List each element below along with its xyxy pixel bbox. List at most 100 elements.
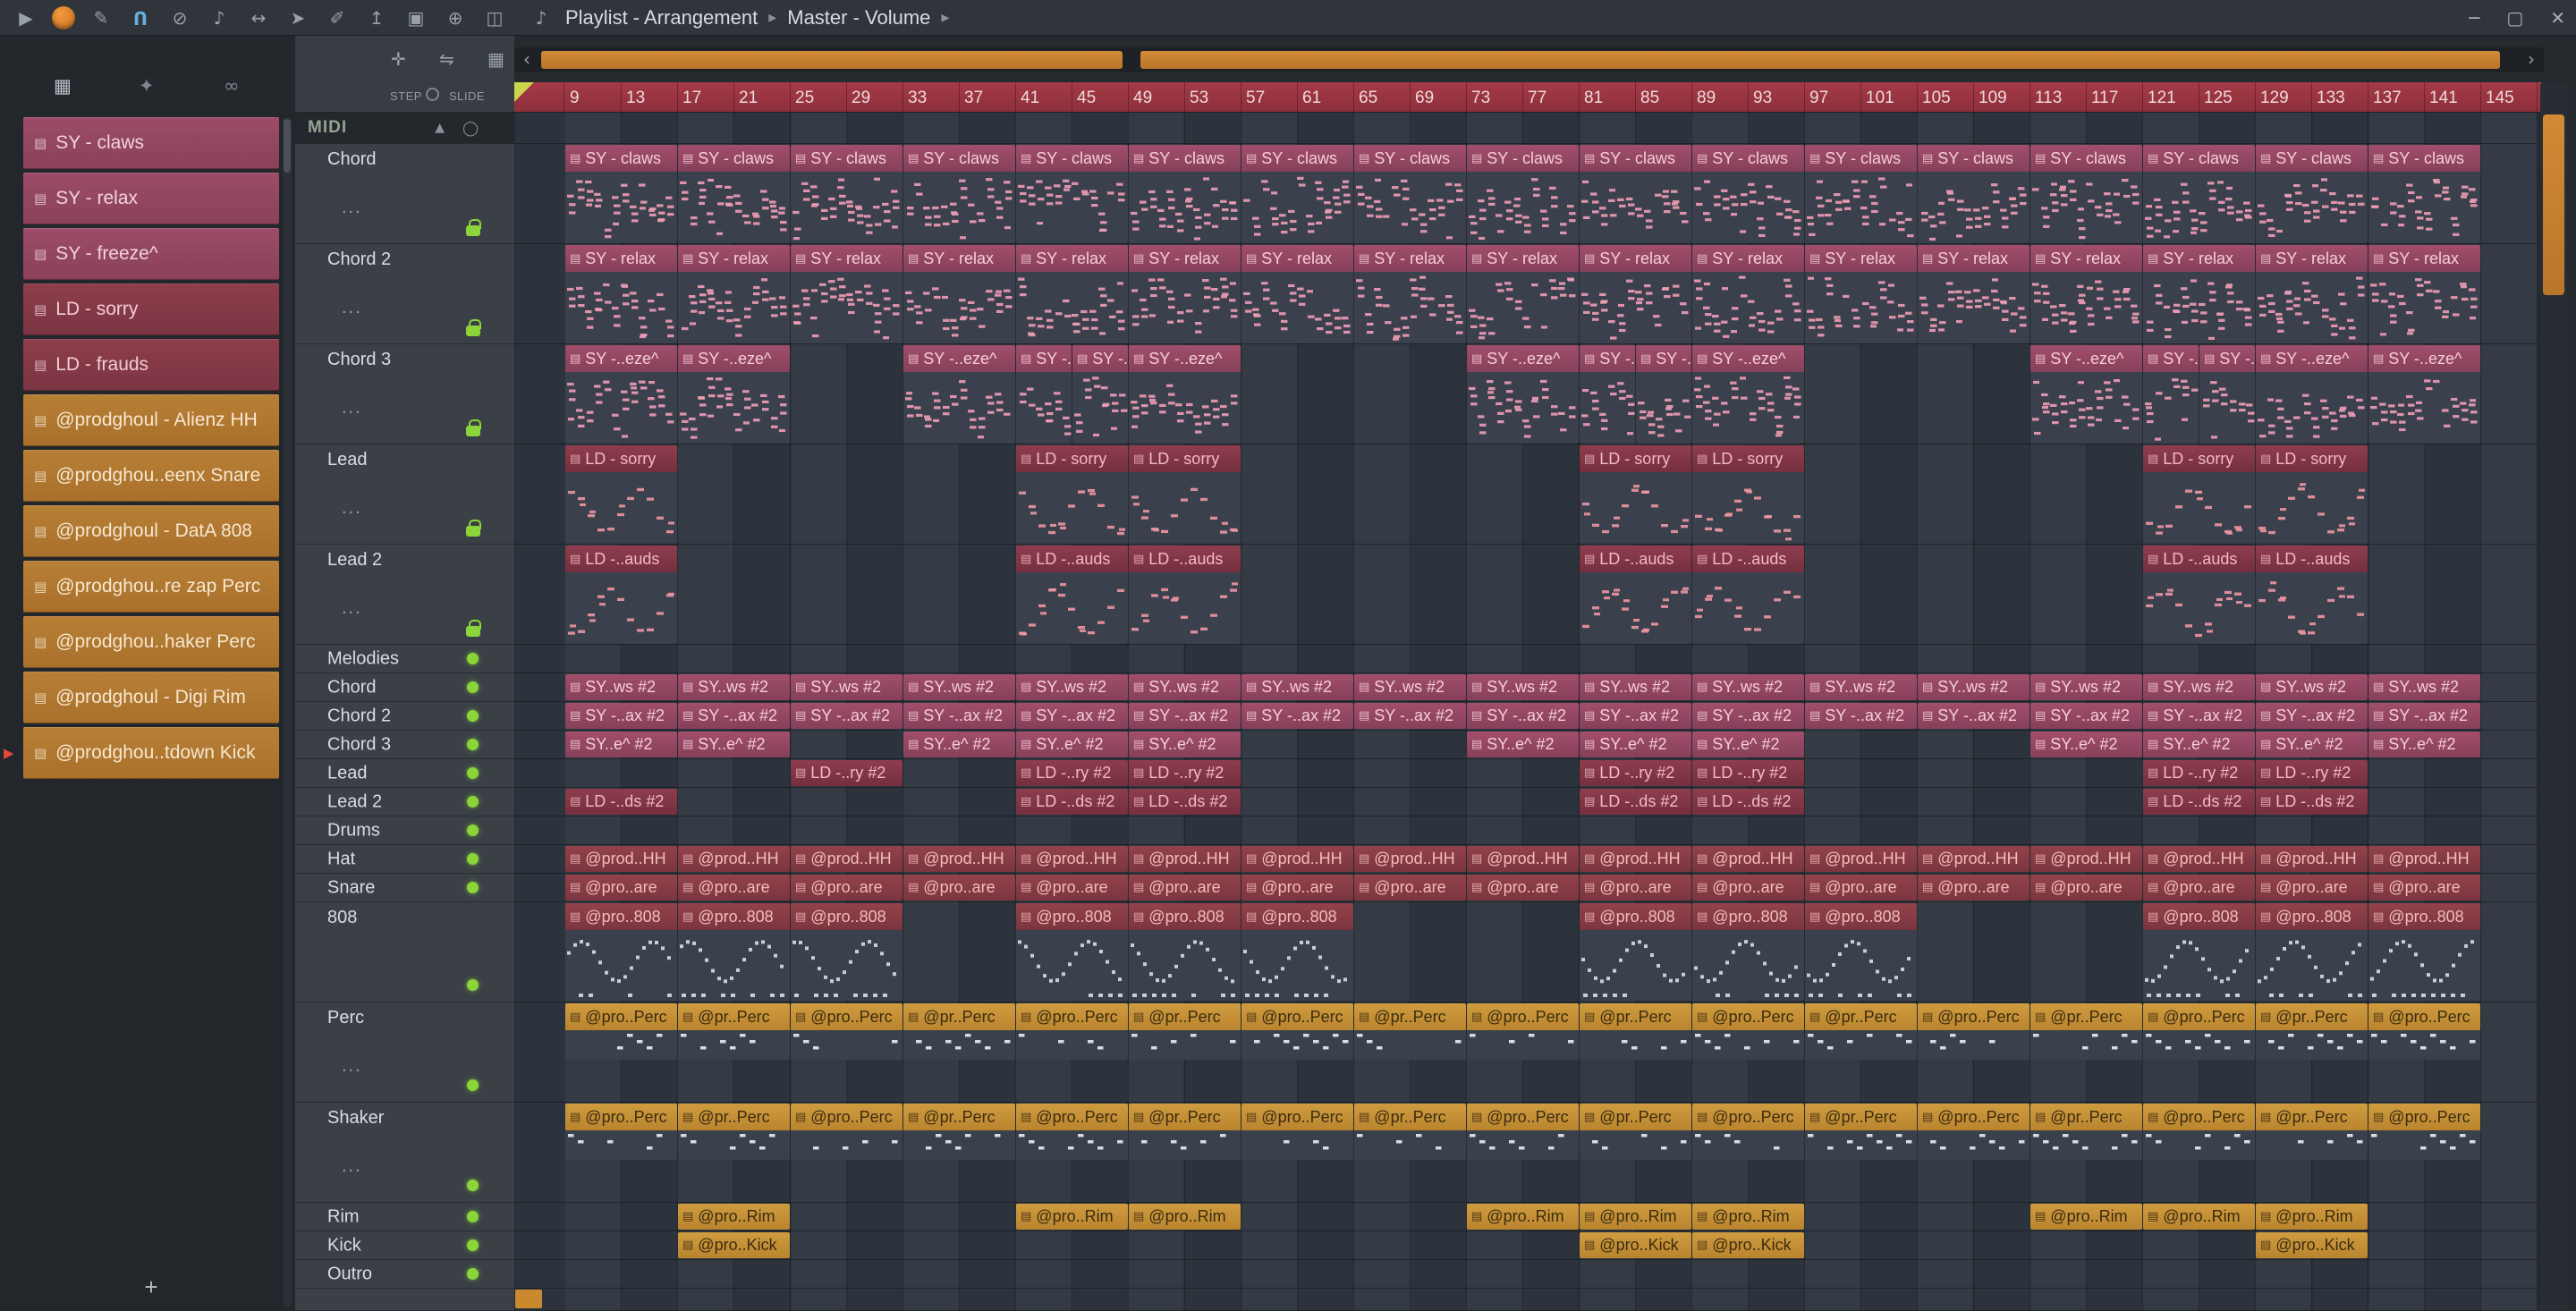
pattern-clip[interactable]: ▤ SY..ws #2 bbox=[2256, 674, 2368, 700]
track-lock-icon[interactable] bbox=[466, 620, 481, 637]
pattern-clip[interactable]: ▤ @prod..HH bbox=[1918, 846, 2029, 872]
track-header-chord[interactable]: Chord bbox=[295, 673, 514, 702]
pattern-clip[interactable]: ▤ @pro..Perc bbox=[1467, 1104, 1579, 1160]
vertical-scrollbar-handle[interactable] bbox=[2543, 114, 2564, 295]
pattern-clip[interactable]: ▤ @prod..HH bbox=[2368, 846, 2480, 872]
pattern-clip[interactable]: ▤ @pr..Perc bbox=[2256, 1104, 2368, 1160]
picker-item[interactable]: ▤ @prodghou..haker Perc bbox=[23, 616, 279, 668]
pattern-clip[interactable]: ▤ @pro..are bbox=[1580, 875, 1691, 901]
pattern-clip[interactable]: ▤ @pr..Perc bbox=[903, 1003, 1015, 1060]
pattern-clip[interactable]: ▤ SY -..ax #2 bbox=[1692, 703, 1804, 729]
playlist-row-chord[interactable]: ▤ SY - claws ▤ SY - claws ▤ SY - claws ▤ SY - c… bbox=[514, 144, 2537, 244]
pattern-clip[interactable]: ▤ SY -..eze^ bbox=[2143, 345, 2199, 444]
pattern-clip[interactable]: ▤ SY - relax bbox=[1467, 245, 1579, 343]
track-header-melodies[interactable]: Melodies bbox=[295, 645, 514, 673]
track-header-lead[interactable]: Lead... bbox=[295, 444, 514, 545]
pattern-clip[interactable]: ▤ @prod..HH bbox=[903, 846, 1015, 872]
pattern-clip[interactable]: ▤ LD -..ds #2 bbox=[1016, 789, 1128, 815]
picker-scrollbar-handle[interactable] bbox=[284, 119, 291, 173]
pattern-clip[interactable]: ▤ SY -..ax #2 bbox=[903, 703, 1015, 729]
track-header-chord-2[interactable]: Chord 2... bbox=[295, 244, 514, 344]
pattern-clip[interactable]: ▤ @pro..Rim bbox=[678, 1204, 790, 1230]
zoom-icon[interactable]: ⊕ bbox=[442, 7, 469, 29]
pattern-clip[interactable]: ▤ SY -..ax #2 bbox=[2256, 703, 2368, 729]
playlist-row-chord[interactable]: ▤ SY..ws #2 ▤ SY..ws #2 ▤ SY..ws #2 ▤ SY..ws #2… bbox=[514, 673, 2537, 702]
pattern-clip[interactable]: ▤ LD -..ds #2 bbox=[1692, 789, 1804, 815]
pattern-clip[interactable]: ▤ SY -..eze^ bbox=[1636, 345, 1691, 444]
pattern-clip[interactable]: ▤ @pro..Perc bbox=[1016, 1003, 1128, 1060]
pattern-clip[interactable]: ▤ LD -..auds bbox=[1016, 546, 1128, 644]
pattern-clip[interactable]: ▤ LD -..auds bbox=[1129, 546, 1241, 644]
pattern-clip[interactable]: ▤ SY..ws #2 bbox=[1241, 674, 1353, 700]
pattern-clip[interactable]: ▤ @pro..Rim bbox=[2143, 1204, 2255, 1230]
mute-icon[interactable]: ♪ bbox=[206, 7, 233, 29]
pattern-clip[interactable]: ▤ @pro..Perc bbox=[2368, 1104, 2480, 1160]
pattern-clip[interactable]: ▤ SY - relax bbox=[2256, 245, 2368, 343]
pattern-clip[interactable]: ▤ @pro..Perc bbox=[2143, 1003, 2255, 1060]
pattern-clip[interactable]: ▤ @pro..Perc bbox=[791, 1003, 902, 1060]
pattern-clip[interactable]: ▤ SY - claws bbox=[1692, 145, 1804, 243]
pattern-clip[interactable]: ▤ SY - claws bbox=[1129, 145, 1241, 243]
pattern-clip[interactable]: ▤ @pro..are bbox=[2368, 875, 2480, 901]
pattern-clip[interactable]: ▤ SY - claws bbox=[791, 145, 902, 243]
playlist-row-drums[interactable] bbox=[514, 816, 2537, 845]
pattern-clip[interactable]: ▤ SY..ws #2 bbox=[1692, 674, 1804, 700]
pattern-clip[interactable]: ▤ SY -..ax #2 bbox=[1467, 703, 1579, 729]
pattern-clip[interactable]: ▤ @pr..Perc bbox=[1354, 1104, 1466, 1160]
pattern-clip[interactable]: ▤ SY..e^ #2 bbox=[2030, 732, 2142, 757]
track-header-chord[interactable]: Chord... bbox=[295, 144, 514, 244]
scroll-right-button[interactable]: › bbox=[2519, 47, 2544, 72]
pattern-clip[interactable]: ▤ LD -..ds #2 bbox=[2143, 789, 2255, 815]
pattern-clip[interactable]: ▤ @pro..are bbox=[2030, 875, 2142, 901]
pattern-clip[interactable]: ▤ @pro..Perc bbox=[565, 1104, 677, 1160]
grid-tool-icon[interactable]: ▦ bbox=[487, 48, 504, 70]
track-header-chord-2[interactable]: Chord 2 bbox=[295, 702, 514, 731]
pattern-clip[interactable]: ▤ @pr..Perc bbox=[1129, 1104, 1241, 1160]
pattern-clip[interactable]: ▤ @prod..HH bbox=[678, 846, 790, 872]
track-mute-light[interactable] bbox=[467, 767, 479, 779]
track-header-808[interactable]: 808 bbox=[295, 902, 514, 1002]
pattern-clip[interactable]: ▤ LD - sorry bbox=[2143, 445, 2255, 544]
pattern-clip[interactable]: ▤ @pro..are bbox=[678, 875, 790, 901]
pattern-clip[interactable]: ▤ @pro..808 bbox=[1692, 903, 1804, 1001]
add-pattern-button[interactable]: + bbox=[23, 1272, 279, 1304]
play-icon[interactable]: ▶ bbox=[13, 7, 39, 29]
fl-logo[interactable] bbox=[52, 5, 75, 30]
pattern-clip[interactable]: ▤ SY -..ax #2 bbox=[1580, 703, 1691, 729]
pattern-clip[interactable]: ▤ SY - relax bbox=[2368, 245, 2480, 343]
pattern-clip[interactable]: ▤ SY -..eze^ bbox=[2030, 345, 2142, 444]
pattern-clip[interactable]: ▤ @pro..808 bbox=[791, 903, 902, 1001]
pattern-clip[interactable]: ▤ SY -..ax #2 bbox=[1129, 703, 1241, 729]
pattern-clip[interactable]: ▤ SY - relax bbox=[2030, 245, 2142, 343]
pattern-clip[interactable]: ▤ SY..ws #2 bbox=[678, 674, 790, 700]
playlist-row-chord-3[interactable]: ▤ SY..e^ #2 ▤ SY..e^ #2 ▤ SY..e^ #2 ▤ SY..e^ #2… bbox=[514, 731, 2537, 759]
picker-item[interactable]: ▤ @prodghoul - DatA 808 bbox=[23, 505, 279, 557]
track-mute-light[interactable] bbox=[467, 882, 479, 893]
pattern-clip[interactable]: ▤ @prod..HH bbox=[1241, 846, 1353, 872]
pattern-clip[interactable]: ▤ SY -..ax #2 bbox=[565, 703, 677, 729]
pattern-clip[interactable]: ▤ SY - relax bbox=[791, 245, 902, 343]
no-snap-icon[interactable]: ⊘ bbox=[166, 7, 193, 29]
pattern-clip[interactable]: ▤ @pr..Perc bbox=[1580, 1104, 1691, 1160]
pattern-clip[interactable]: ▤ LD -..ry #2 bbox=[2143, 760, 2255, 786]
pattern-clip[interactable]: ▤ @pr..Perc bbox=[2256, 1003, 2368, 1060]
playlist-row-808[interactable]: ▤ @pro..808 ▤ @pro..808 ▤ @pro..808 ▤ @pro..808… bbox=[514, 902, 2537, 1002]
timeline-ruler[interactable]: 9 13 17 21 25 29 33 37 41 45 49 53 57 61 65 69 73 77 81 85 8… bbox=[514, 82, 2544, 113]
track-header-lead-2[interactable]: Lead 2... bbox=[295, 545, 514, 645]
track-mute-light[interactable] bbox=[467, 979, 479, 991]
playhead-marker[interactable] bbox=[514, 82, 534, 102]
pattern-clip[interactable]: ▤ LD -..ds #2 bbox=[2256, 789, 2368, 815]
patterns-tab-icon[interactable]: ▦ bbox=[54, 75, 72, 97]
pattern-clip[interactable]: ▤ @pro..are bbox=[2143, 875, 2255, 901]
pattern-clip[interactable]: ▤ @prod..HH bbox=[1354, 846, 1466, 872]
pattern-clip[interactable]: ▤ @pr..Perc bbox=[1805, 1003, 1917, 1060]
pattern-clip[interactable]: ▤ SY..ws #2 bbox=[903, 674, 1015, 700]
scroll-left-button[interactable]: ‹ bbox=[514, 47, 539, 72]
track-header-rim[interactable]: Rim bbox=[295, 1203, 514, 1231]
pattern-clip[interactable]: ▤ @pro..Rim bbox=[1129, 1204, 1241, 1230]
pattern-clip[interactable]: ▤ @pro..Rim bbox=[1692, 1204, 1804, 1230]
pattern-clip[interactable]: ▤ SY - claws bbox=[1580, 145, 1691, 243]
pattern-clip[interactable]: ▤ @pro..are bbox=[791, 875, 902, 901]
pattern-clip[interactable]: ▤ LD -..auds bbox=[1692, 546, 1804, 644]
playlist-row-chord-3[interactable]: ▤SY -..eze^▤SY -..eze^▤SY -..eze^▤SY -..… bbox=[514, 344, 2537, 444]
